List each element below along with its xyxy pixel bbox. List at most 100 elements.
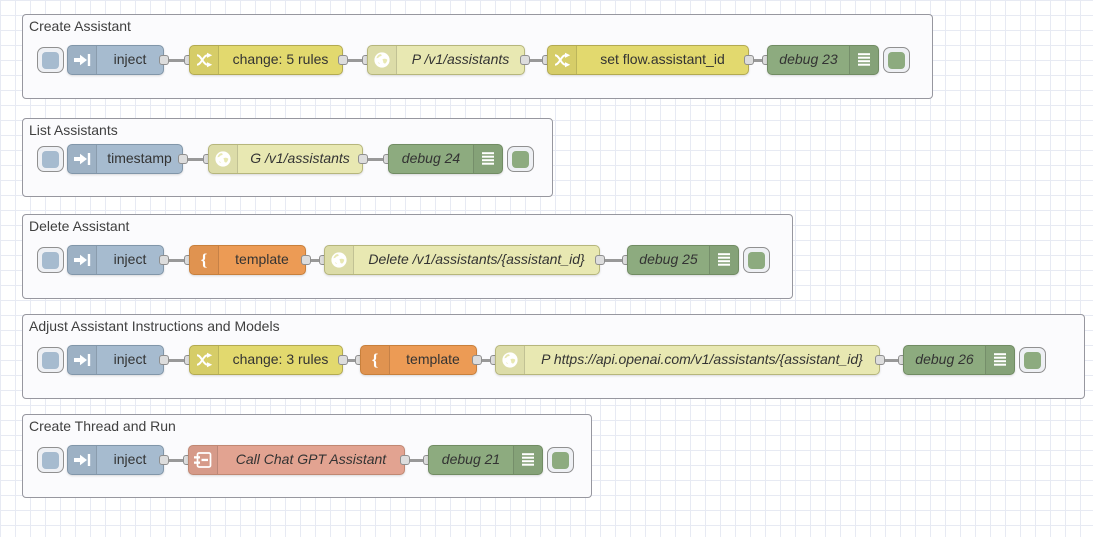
inject-button[interactable]	[37, 447, 64, 473]
debug-list-icon	[709, 246, 738, 274]
node-label: debug 25	[639, 251, 698, 267]
button-state-indicator	[42, 251, 59, 269]
subflow-icon	[189, 446, 218, 474]
group-label: Create Assistant	[29, 18, 131, 34]
svg-text:{: {	[201, 251, 208, 270]
node-change[interactable]: set flow.assistant_id	[547, 45, 749, 75]
globe-icon	[325, 246, 354, 274]
node-change[interactable]: change: 5 rules	[189, 45, 343, 75]
button-state-indicator	[42, 51, 59, 69]
node-label: inject	[113, 351, 147, 367]
output-port[interactable]	[520, 55, 530, 65]
node-http-request[interactable]: G /v1/assistants	[208, 144, 363, 174]
output-port[interactable]	[159, 355, 169, 365]
group-label: List Assistants	[29, 122, 118, 138]
node-label: Delete /v1/assistants/{assistant_id}	[368, 251, 585, 267]
node-template[interactable]: { template	[189, 245, 306, 275]
node-debug[interactable]: debug 26	[903, 345, 1015, 375]
output-port[interactable]	[744, 55, 754, 65]
debug-list-icon	[849, 46, 878, 74]
output-port[interactable]	[159, 255, 169, 265]
button-state-indicator	[888, 51, 905, 69]
globe-icon	[496, 346, 525, 374]
button-state-indicator	[512, 150, 529, 168]
output-port[interactable]	[338, 355, 348, 365]
inject-button[interactable]	[37, 347, 64, 373]
output-port[interactable]	[178, 154, 188, 164]
node-inject[interactable]: timestamp	[67, 144, 183, 174]
node-inject[interactable]: inject	[67, 345, 164, 375]
output-port[interactable]	[338, 55, 348, 65]
node-label: change: 5 rules	[232, 51, 329, 67]
node-template[interactable]: {template	[360, 345, 477, 375]
node-label: debug 23	[779, 51, 838, 67]
node-label: P /v1/assistants	[411, 51, 510, 67]
debug-toggle-button[interactable]	[1019, 347, 1046, 373]
node-label: timestamp	[107, 150, 172, 166]
node-label: debug 26	[915, 351, 974, 367]
curly-brace-icon: {	[361, 346, 390, 374]
button-state-indicator	[42, 351, 59, 369]
debug-list-icon	[473, 145, 502, 173]
debug-toggle-button[interactable]	[547, 447, 574, 473]
node-change[interactable]: change: 3 rules	[189, 345, 343, 375]
inject-arrow-icon	[68, 346, 97, 374]
group-label: Delete Assistant	[29, 218, 130, 234]
button-state-indicator	[748, 251, 765, 269]
debug-list-icon	[985, 346, 1014, 374]
node-inject[interactable]: inject	[67, 445, 164, 475]
button-state-indicator	[552, 451, 569, 469]
node-http-request[interactable]: Delete /v1/assistants/{assistant_id}	[324, 245, 600, 275]
output-port[interactable]	[472, 355, 482, 365]
inject-arrow-icon	[68, 145, 97, 173]
node-inject[interactable]: inject	[67, 45, 164, 75]
inject-button[interactable]	[37, 146, 64, 172]
node-label: inject	[113, 51, 147, 67]
node-label: P https://api.openai.com/v1/assistants/{…	[541, 351, 863, 367]
output-port[interactable]	[875, 355, 885, 365]
curly-brace-icon: {	[190, 246, 219, 274]
node-label: inject	[113, 251, 147, 267]
node-http-request[interactable]: P /v1/assistants	[367, 45, 525, 75]
node-label: debug 21	[441, 451, 501, 467]
node-debug[interactable]: debug 25	[627, 245, 739, 275]
output-port[interactable]	[595, 255, 605, 265]
debug-toggle-button[interactable]	[507, 146, 534, 172]
shuffle-icon	[190, 346, 219, 374]
output-port[interactable]	[400, 455, 410, 465]
node-http-request[interactable]: P https://api.openai.com/v1/assistants/{…	[495, 345, 880, 375]
output-port[interactable]	[301, 255, 311, 265]
node-label: Call Chat GPT Assistant	[235, 451, 387, 467]
svg-text:{: {	[372, 351, 379, 370]
node-debug[interactable]: debug 23	[767, 45, 879, 75]
debug-toggle-button[interactable]	[883, 47, 910, 73]
button-state-indicator	[42, 150, 59, 168]
globe-icon	[209, 145, 238, 173]
node-debug[interactable]: debug 21	[428, 445, 543, 475]
inject-arrow-icon	[68, 446, 97, 474]
debug-list-icon	[513, 446, 542, 474]
inject-button[interactable]	[37, 247, 64, 273]
node-label: inject	[113, 451, 147, 467]
shuffle-icon	[548, 46, 577, 74]
node-inject[interactable]: inject	[67, 245, 164, 275]
inject-button[interactable]	[37, 47, 64, 73]
inject-arrow-icon	[68, 246, 97, 274]
output-port[interactable]	[159, 455, 169, 465]
inject-arrow-icon	[68, 46, 97, 74]
shuffle-icon	[190, 46, 219, 74]
flow-canvas[interactable]: Create Assistant inject change: 5 rules P /…	[0, 0, 1093, 537]
button-state-indicator	[1024, 351, 1041, 369]
debug-toggle-button[interactable]	[743, 247, 770, 273]
group-label: Adjust Assistant Instructions and Models	[29, 318, 280, 334]
node-label: template	[235, 251, 289, 267]
node-subflow[interactable]: Call Chat GPT Assistant	[188, 445, 405, 475]
group-label: Create Thread and Run	[29, 418, 176, 434]
globe-icon	[368, 46, 397, 74]
node-debug[interactable]: debug 24	[388, 144, 503, 174]
output-port[interactable]	[159, 55, 169, 65]
node-label: change: 3 rules	[232, 351, 329, 367]
output-port[interactable]	[358, 154, 368, 164]
button-state-indicator	[42, 451, 59, 469]
node-label: set flow.assistant_id	[600, 51, 725, 67]
